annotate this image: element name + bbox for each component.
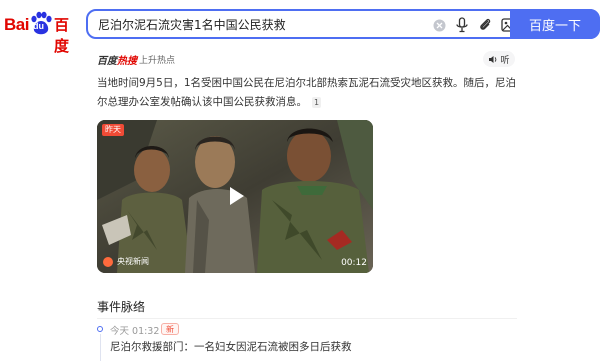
listen-button[interactable]: 听 (483, 51, 515, 67)
divider (97, 318, 517, 319)
hot-brand-suffix: 热搜 (117, 56, 137, 67)
hot-search-row: 百度热搜 上升热点 听 (97, 51, 517, 68)
logo-du: du (33, 21, 44, 31)
timeline-line (99, 334, 101, 361)
listen-label: 听 (500, 55, 510, 66)
logo-chinese: 百度 (54, 16, 69, 55)
timeline-item-link[interactable]: 尼泊尔救援部门：一名妇女因泥石流被困多日后获救 (110, 339, 352, 354)
speaker-icon (489, 55, 497, 63)
baidu-logo[interactable]: Bai du 百度 (4, 10, 80, 55)
citation-marker[interactable]: 1 (312, 96, 322, 108)
hot-search-brand[interactable]: 百度热搜 (97, 52, 137, 67)
search-button[interactable]: 百度一下 (510, 9, 600, 39)
video-source-label: 央视新闻 (117, 257, 149, 266)
news-summary: 当地时间9月5日，1名受困中国公民在尼泊尔北部热索瓦泥石流受灾地区获救。随后，尼… (97, 74, 517, 112)
search-box: 百度一下 (86, 9, 600, 39)
timeline-time: 今天 01:32 (110, 326, 160, 337)
video-source: 央视新闻 (103, 256, 149, 267)
logo-latin: Bai (4, 15, 29, 34)
source-logo-icon (103, 256, 113, 267)
attachment-icon[interactable] (477, 17, 493, 33)
hot-subtitle: 上升热点 (139, 56, 176, 66)
header: Bai du 百度 百度一下 (0, 0, 600, 55)
play-icon[interactable] (222, 183, 248, 209)
search-input[interactable] (98, 15, 418, 33)
video-duration: 00:12 (341, 258, 367, 268)
hot-brand-prefix: 百度 (97, 56, 117, 67)
events-section-title: 事件脉络 (97, 300, 146, 314)
video-thumbnail[interactable]: 昨天 央视新闻 00:12 (97, 120, 373, 273)
new-badge: 新 (161, 323, 179, 335)
clear-icon[interactable] (431, 17, 447, 33)
summary-text: 当地时间9月5日，1名受困中国公民在尼泊尔北部热索瓦泥石流受灾地区获救。随后，尼… (97, 77, 517, 108)
video-date-badge: 昨天 (102, 124, 124, 136)
microphone-icon[interactable] (454, 17, 470, 33)
timeline-dot (97, 326, 103, 332)
